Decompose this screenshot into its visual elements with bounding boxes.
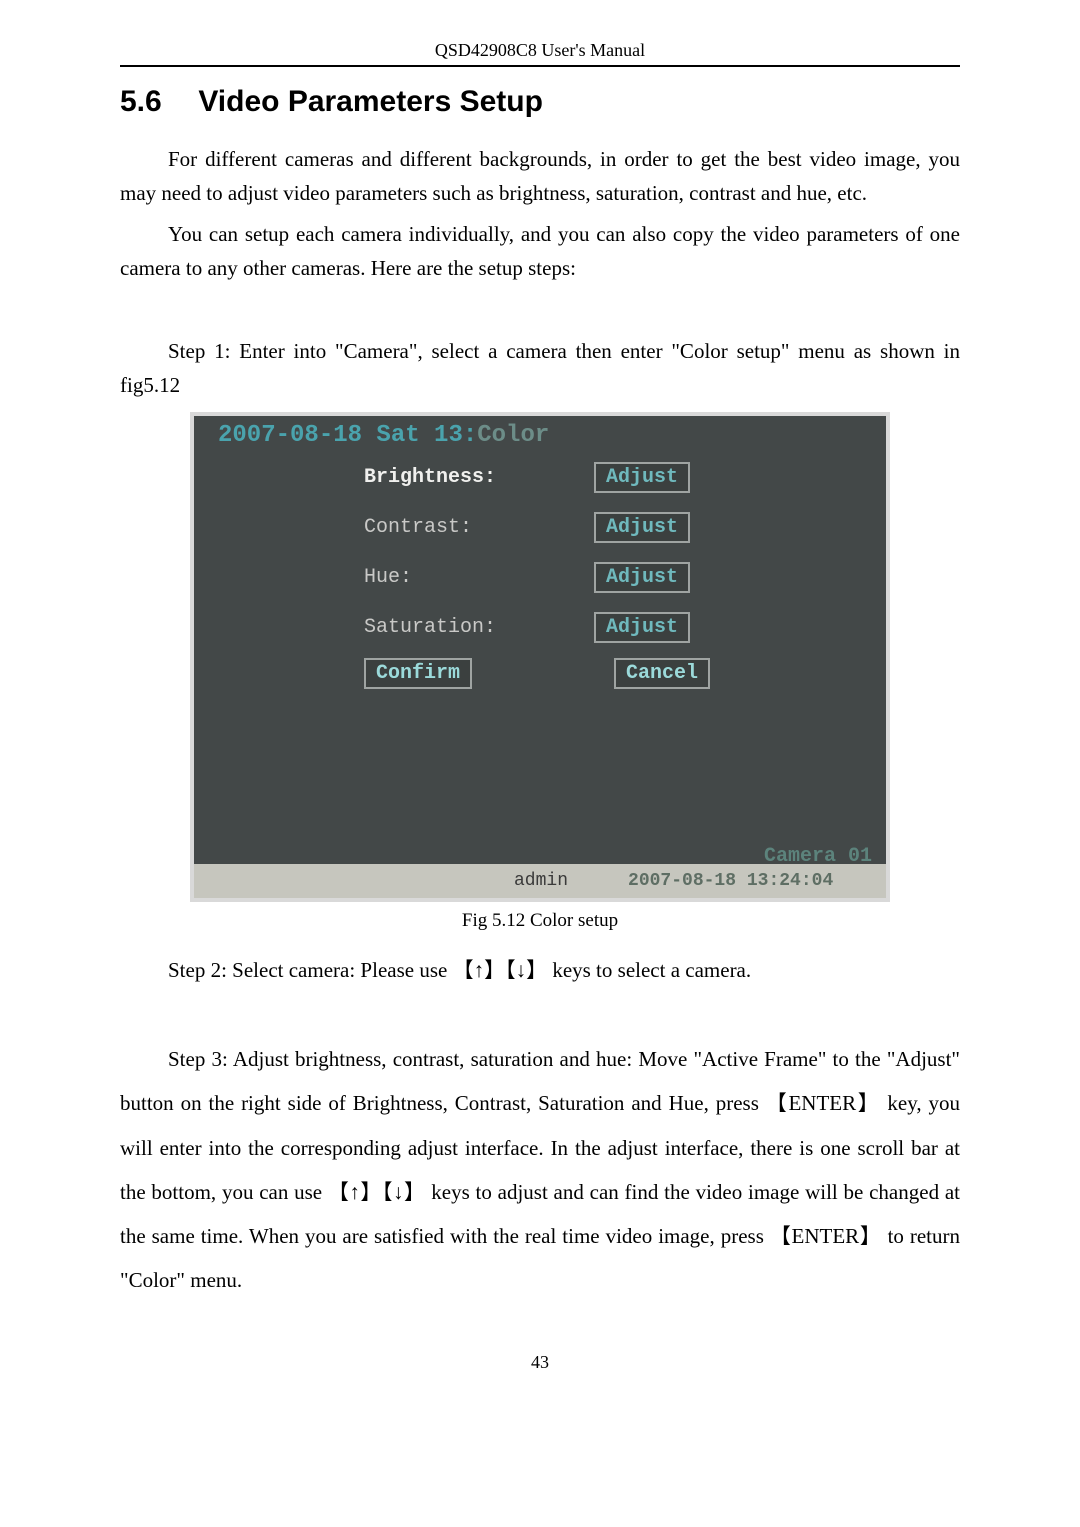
paragraph-spacer [120, 293, 960, 327]
adjust-saturation-button[interactable]: Adjust [594, 612, 690, 643]
section-title-text: Video Parameters Setup [198, 85, 543, 118]
footer-timestamp: 2007-08-18 13:24:04 [628, 871, 833, 891]
step-1: Step 1: Enter into "Camera", select a ca… [120, 335, 960, 402]
confirm-button[interactable]: Confirm [364, 658, 472, 689]
row-confirm-cancel: Confirm Cancel [364, 662, 864, 685]
label-contrast: Contrast: [364, 516, 594, 539]
osd-screen: 2007-08-18 Sat 13:Color Brightness: Adju… [190, 412, 890, 902]
page-header: QSD42908C8 User's Manual [120, 40, 960, 67]
footer-user: admin [514, 871, 568, 891]
paragraph-intro-2: You can setup each camera individually, … [120, 218, 960, 285]
row-saturation: Saturation: Adjust [364, 612, 864, 643]
paragraph-intro-1: For different cameras and different back… [120, 143, 960, 210]
osd-title-overlay: Color [477, 422, 549, 449]
figure-caption: Fig 5.12 Color setup [120, 910, 960, 932]
osd-footer: admin 2007-08-18 13:24:04 [194, 864, 886, 898]
page-number: 43 [120, 1352, 960, 1373]
label-hue: Hue: [364, 566, 594, 589]
row-brightness: Brightness: Adjust [364, 462, 864, 493]
adjust-brightness-button[interactable]: Adjust [594, 462, 690, 493]
step-3: Step 3: Adjust brightness, contrast, sat… [120, 1037, 960, 1302]
section-heading: 5.6 Video Parameters Setup [120, 85, 960, 119]
osd-datetime: 2007-08-18 Sat 13:Color [218, 422, 549, 449]
row-contrast: Contrast: Adjust [364, 512, 864, 543]
adjust-contrast-button[interactable]: Adjust [594, 512, 690, 543]
row-hue: Hue: Adjust [364, 562, 864, 593]
label-brightness: Brightness: [364, 466, 594, 489]
label-saturation: Saturation: [364, 616, 594, 639]
adjust-hue-button[interactable]: Adjust [594, 562, 690, 593]
osd-datetime-prefix: 2007-08-18 Sat 13: [218, 422, 477, 449]
cancel-button[interactable]: Cancel [614, 658, 710, 689]
step-2: Step 2: Select camera: Please use 【↑】【↓】… [120, 954, 960, 988]
section-number: 5.6 [120, 85, 190, 119]
figure-color-setup: 2007-08-18 Sat 13:Color Brightness: Adju… [190, 412, 890, 902]
paragraph-spacer-2 [120, 996, 960, 1030]
